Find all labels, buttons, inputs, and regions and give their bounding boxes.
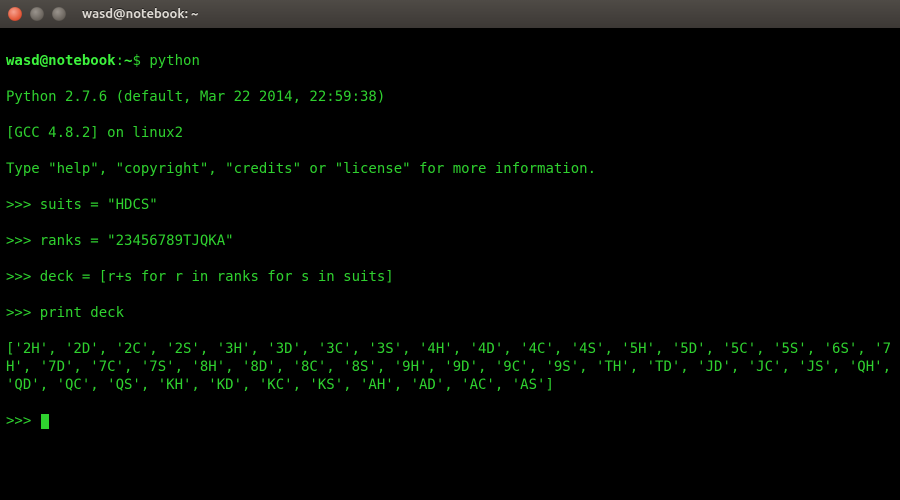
terminal-area[interactable]: wasd@notebook:~$ python Python 2.7.6 (de… — [0, 28, 900, 500]
repl-prompt: >>> — [6, 233, 31, 249]
repl-input-2: ranks = "23456789TJQKA" — [40, 233, 234, 249]
repl-line-1: >>> suits = "HDCS" — [6, 196, 894, 214]
repl-line-3: >>> deck = [r+s for r in ranks for s in … — [6, 268, 894, 286]
python-banner-3: Type "help", "copyright", "credits" or "… — [6, 160, 894, 178]
maximize-icon[interactable] — [52, 7, 66, 21]
repl-line-4: >>> print deck — [6, 304, 894, 322]
shell-prompt-line: wasd@notebook:~$ python — [6, 52, 894, 70]
python-banner-1: Python 2.7.6 (default, Mar 22 2014, 22:5… — [6, 88, 894, 106]
repl-output-deck: ['2H', '2D', '2C', '2S', '3H', '3D', '3C… — [6, 340, 894, 394]
repl-prompt: >>> — [6, 269, 31, 285]
window-titlebar: wasd@notebook: ~ — [0, 0, 900, 28]
repl-empty-prompt: >>> — [6, 412, 894, 430]
repl-line-2: >>> ranks = "23456789TJQKA" — [6, 232, 894, 250]
repl-prompt: >>> — [6, 197, 31, 213]
window-title: wasd@notebook: ~ — [82, 7, 198, 21]
minimize-icon[interactable] — [30, 7, 44, 21]
repl-input-3: deck = [r+s for r in ranks for s in suit… — [40, 269, 394, 285]
shell-command: python — [149, 53, 200, 69]
repl-input-4: print deck — [40, 305, 124, 321]
cursor-icon — [41, 414, 49, 429]
prompt-sep: : — [116, 53, 124, 69]
close-icon[interactable] — [8, 7, 22, 21]
repl-input-1: suits = "HDCS" — [40, 197, 158, 213]
repl-prompt: >>> — [6, 413, 31, 429]
repl-prompt: >>> — [6, 305, 31, 321]
prompt-end: $ — [132, 53, 140, 69]
prompt-user-host: wasd@notebook — [6, 53, 116, 69]
python-banner-2: [GCC 4.8.2] on linux2 — [6, 124, 894, 142]
